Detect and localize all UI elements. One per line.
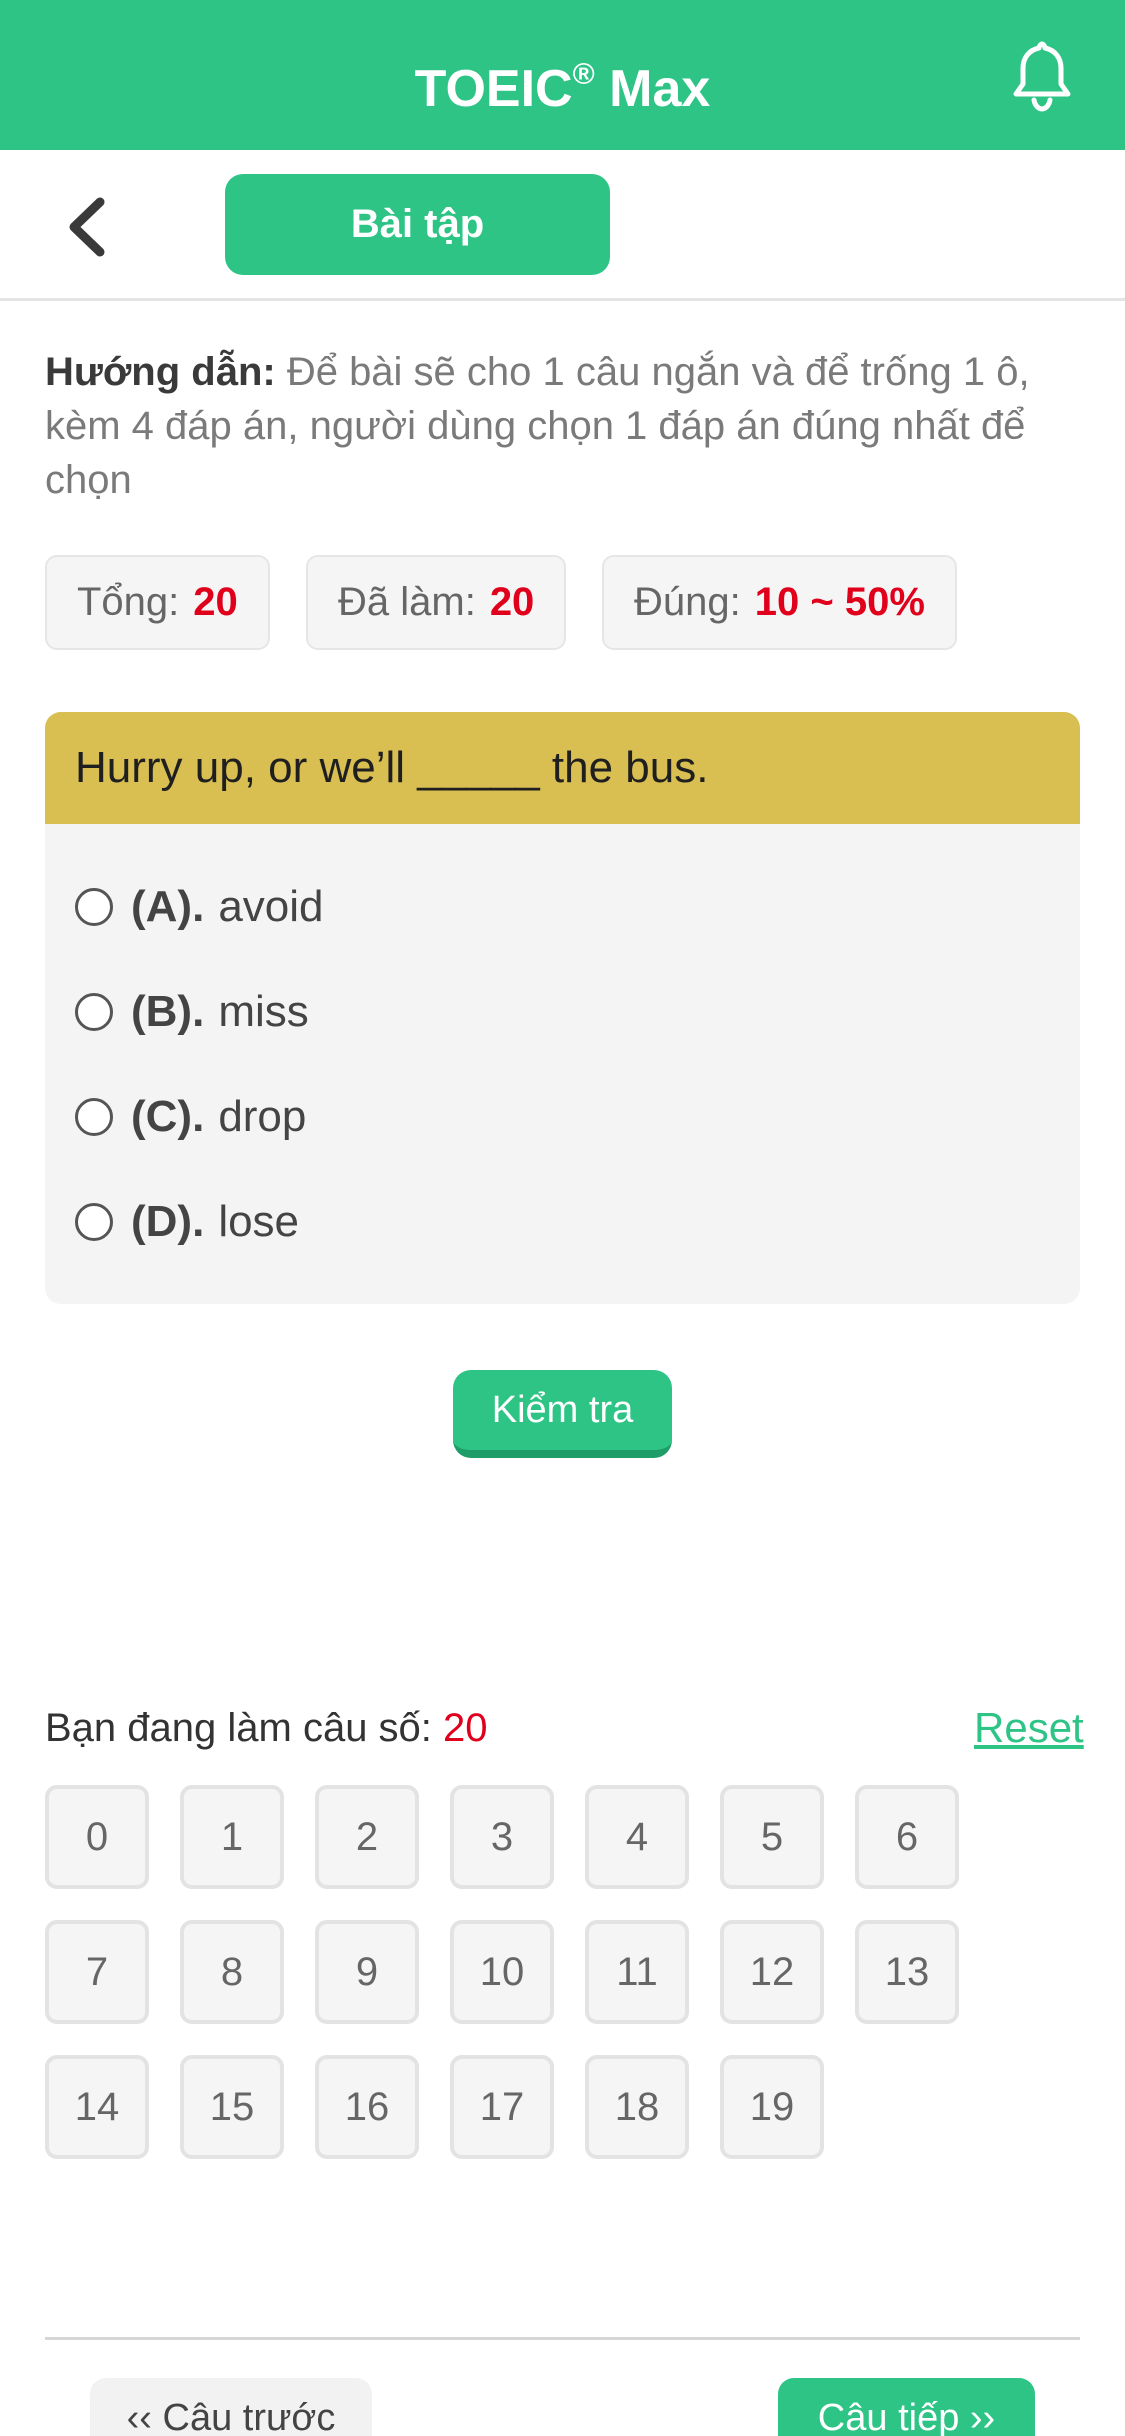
stat-done: Đã làm: 20 [306, 555, 567, 650]
question-text: Hurry up, or we’ll _____ the bus. [45, 712, 1080, 824]
question-number-6[interactable]: 6 [855, 1785, 959, 1889]
question-number-10[interactable]: 10 [450, 1920, 554, 2024]
next-question-button[interactable]: Câu tiếp ›› [778, 2378, 1035, 2436]
divider [45, 2337, 1080, 2340]
option-d[interactable]: (D). lose [75, 1187, 299, 1257]
question-number-7[interactable]: 7 [45, 1920, 149, 2024]
question-number-3[interactable]: 3 [450, 1785, 554, 1889]
question-number-19[interactable]: 19 [720, 2055, 824, 2159]
question-number-12[interactable]: 12 [720, 1920, 824, 2024]
reset-link[interactable]: Reset [974, 1700, 1084, 1756]
question-number-11[interactable]: 11 [585, 1920, 689, 2024]
radio-button[interactable] [75, 993, 113, 1031]
radio-button[interactable] [75, 888, 113, 926]
instructions-label: Hướng dẫn: [45, 350, 276, 394]
radio-button[interactable] [75, 1098, 113, 1136]
chevron-left-icon[interactable] [60, 192, 120, 262]
current-question-number: 20 [443, 1706, 488, 1750]
radio-button[interactable] [75, 1203, 113, 1241]
question-number-0[interactable]: 0 [45, 1785, 149, 1889]
check-button[interactable]: Kiểm tra [453, 1370, 672, 1458]
question-number-2[interactable]: 2 [315, 1785, 419, 1889]
app-header: TOEIC® Max [0, 0, 1125, 150]
instructions: Hướng dẫn: Để bài sẽ cho 1 câu ngắn và đ… [45, 345, 1085, 507]
question-number-14[interactable]: 14 [45, 2055, 149, 2159]
stat-correct: Đúng: 10 ~ 50% [602, 555, 957, 650]
question-number-4[interactable]: 4 [585, 1785, 689, 1889]
option-a[interactable]: (A). avoid [75, 872, 324, 942]
option-c[interactable]: (C). drop [75, 1082, 306, 1152]
question-number-15[interactable]: 15 [180, 2055, 284, 2159]
stat-total: Tổng: 20 [45, 555, 270, 650]
stat-done-value: 20 [489, 580, 535, 624]
option-b[interactable]: (B). miss [75, 977, 309, 1047]
app-title: TOEIC® Max [414, 58, 711, 118]
current-question-info: Bạn đang làm câu số: 20 [45, 1706, 488, 1750]
stat-correct-value: 10 ~ 50% [754, 580, 925, 624]
sub-navbar: Bài tập [0, 150, 1125, 301]
question-number-1[interactable]: 1 [180, 1785, 284, 1889]
question-number-16[interactable]: 16 [315, 2055, 419, 2159]
tab-exercises[interactable]: Bài tập [225, 174, 610, 275]
question-number-9[interactable]: 9 [315, 1920, 419, 2024]
question-number-17[interactable]: 17 [450, 2055, 554, 2159]
stat-total-value: 20 [193, 580, 238, 624]
question-card: Hurry up, or we’ll _____ the bus. (A). a… [45, 712, 1080, 1304]
question-number-8[interactable]: 8 [180, 1920, 284, 2024]
bell-icon[interactable] [1010, 38, 1074, 112]
question-number-5[interactable]: 5 [720, 1785, 824, 1889]
previous-question-button[interactable]: ‹‹ Câu trước [90, 2378, 372, 2436]
question-number-13[interactable]: 13 [855, 1920, 959, 2024]
question-number-18[interactable]: 18 [585, 2055, 689, 2159]
